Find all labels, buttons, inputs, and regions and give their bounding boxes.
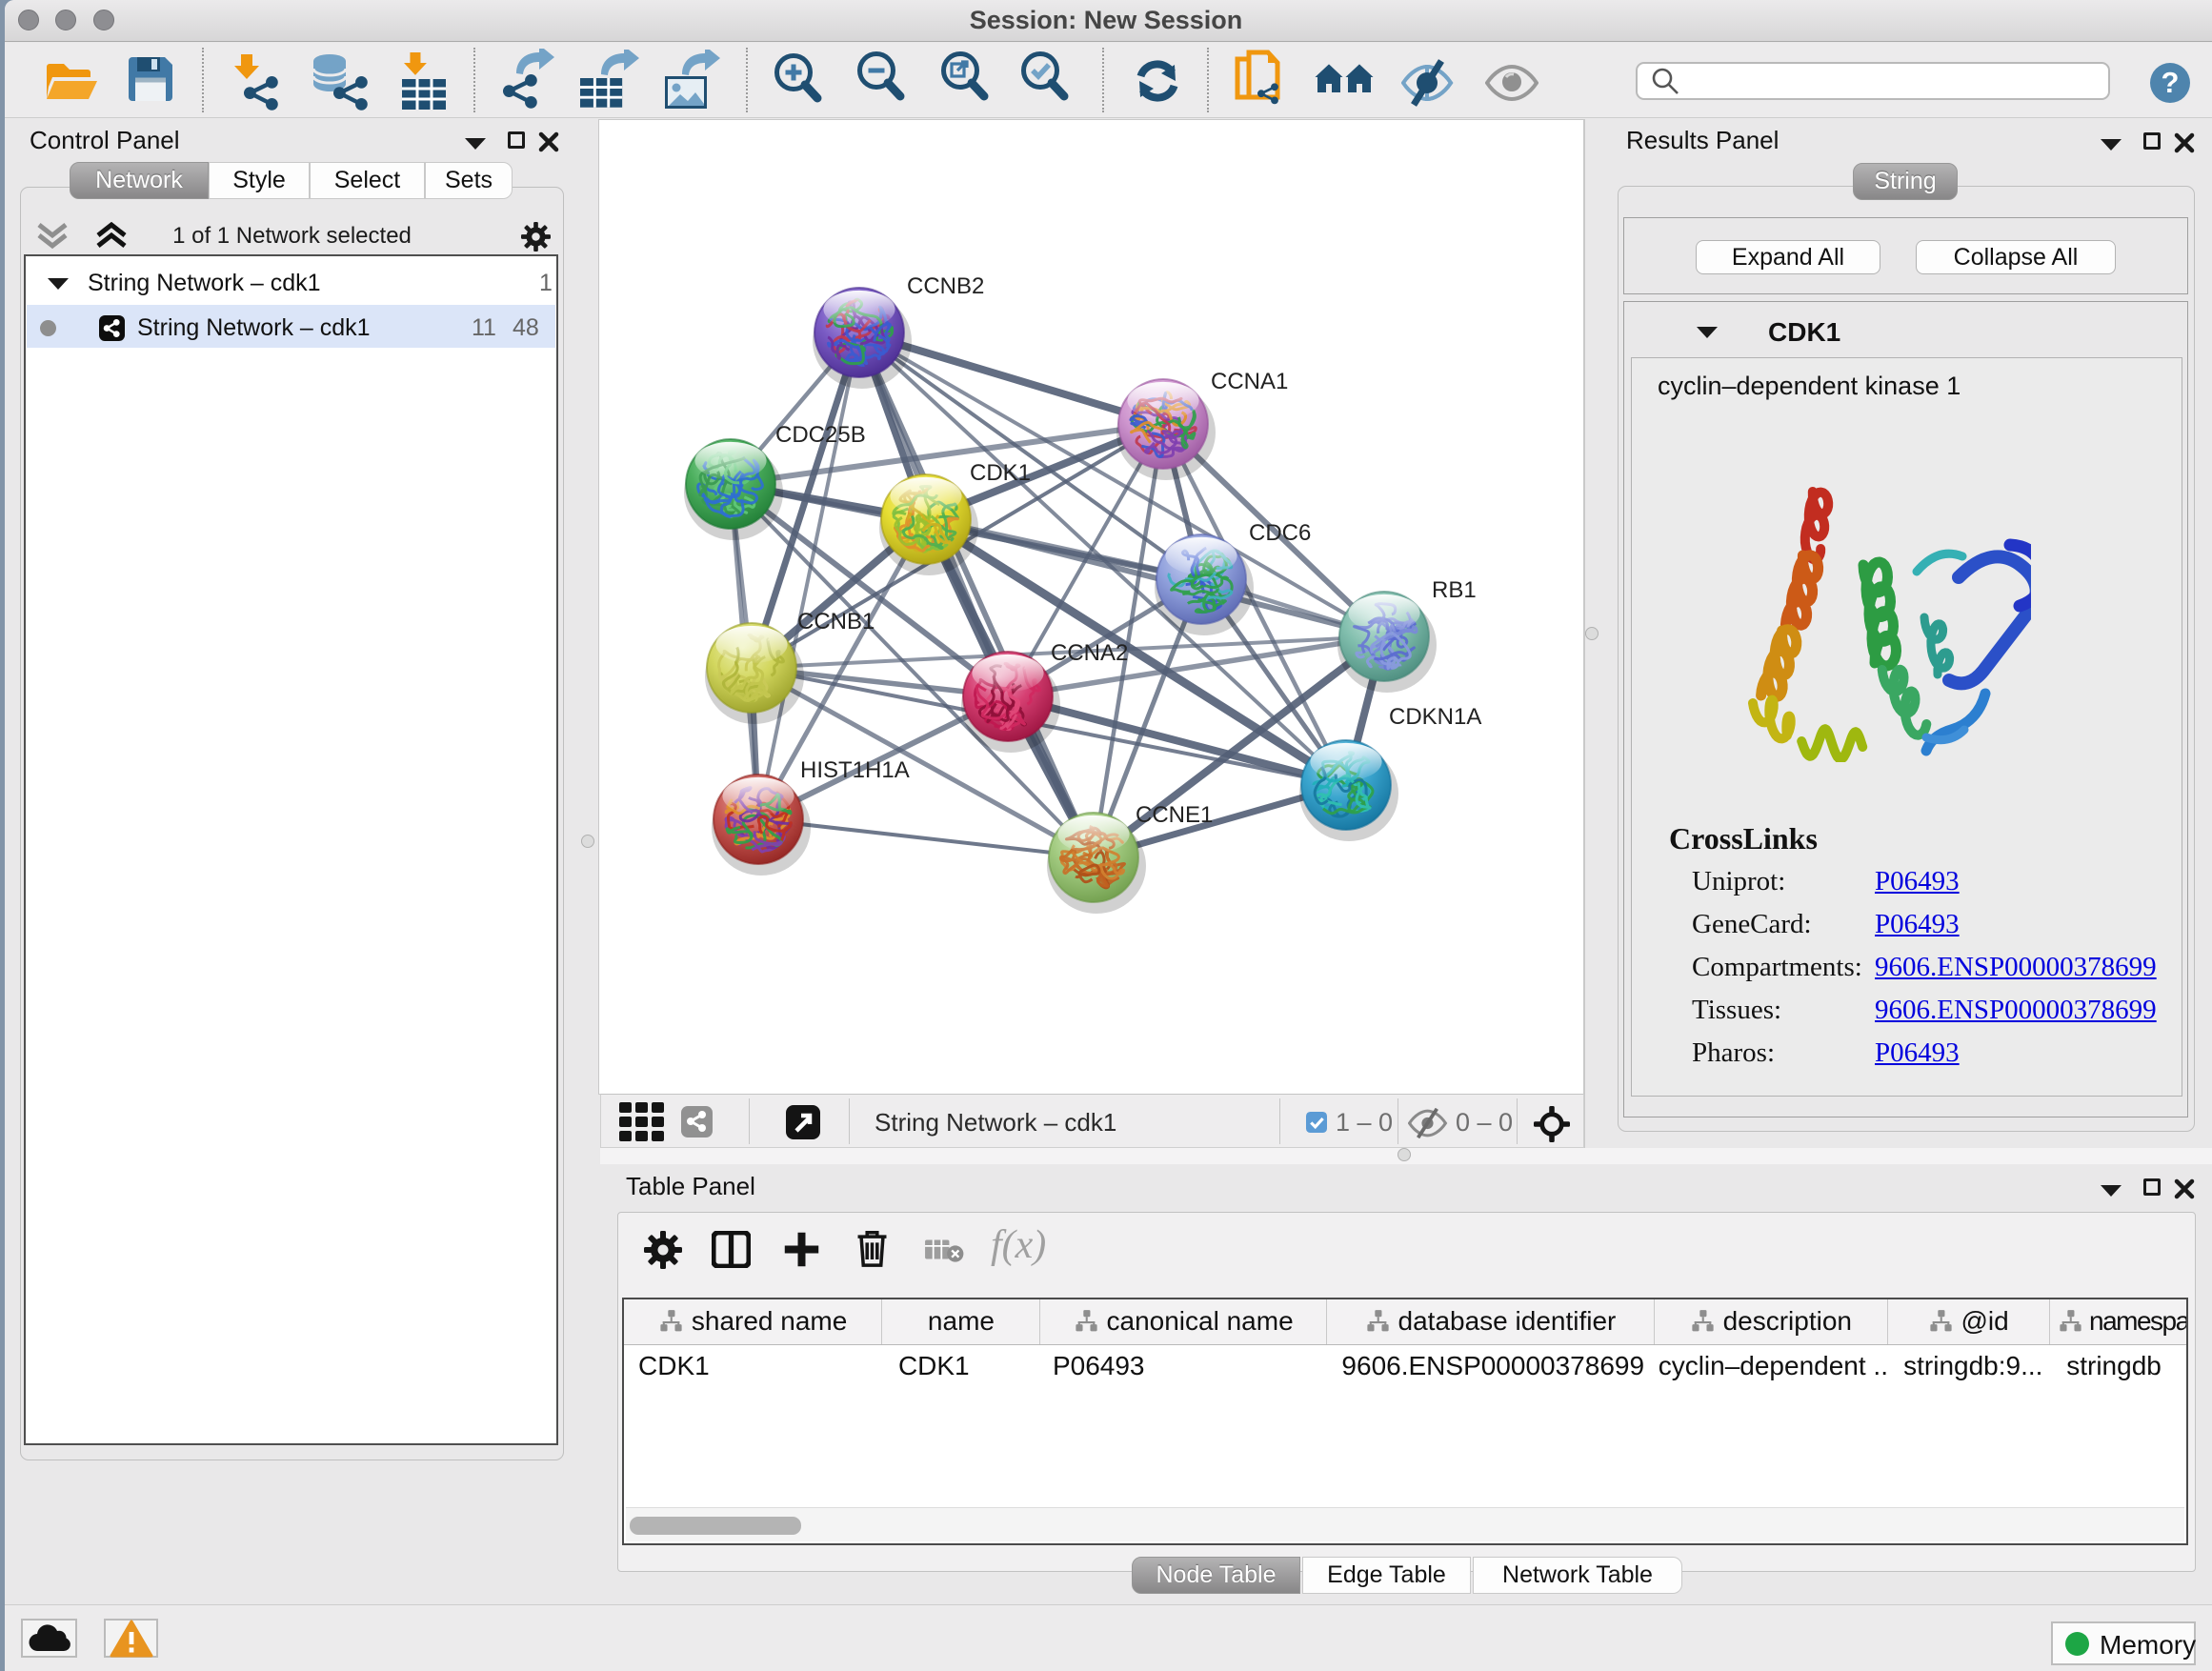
svg-text:RB1: RB1 xyxy=(1432,577,1477,603)
svg-text:CCNA2: CCNA2 xyxy=(1051,640,1128,666)
svg-text:CCNB1: CCNB1 xyxy=(797,609,875,634)
svg-text:CDC6: CDC6 xyxy=(1249,520,1311,546)
svg-text:CCNE1: CCNE1 xyxy=(1136,802,1213,828)
svg-text:CDK1: CDK1 xyxy=(970,460,1031,486)
svg-text:CCNB2: CCNB2 xyxy=(907,273,984,299)
svg-text:CDKN1A: CDKN1A xyxy=(1389,704,1481,730)
svg-text:CCNA1: CCNA1 xyxy=(1211,369,1288,394)
svg-text:CDC25B: CDC25B xyxy=(775,422,866,448)
svg-text:HIST1H1A: HIST1H1A xyxy=(800,757,910,783)
